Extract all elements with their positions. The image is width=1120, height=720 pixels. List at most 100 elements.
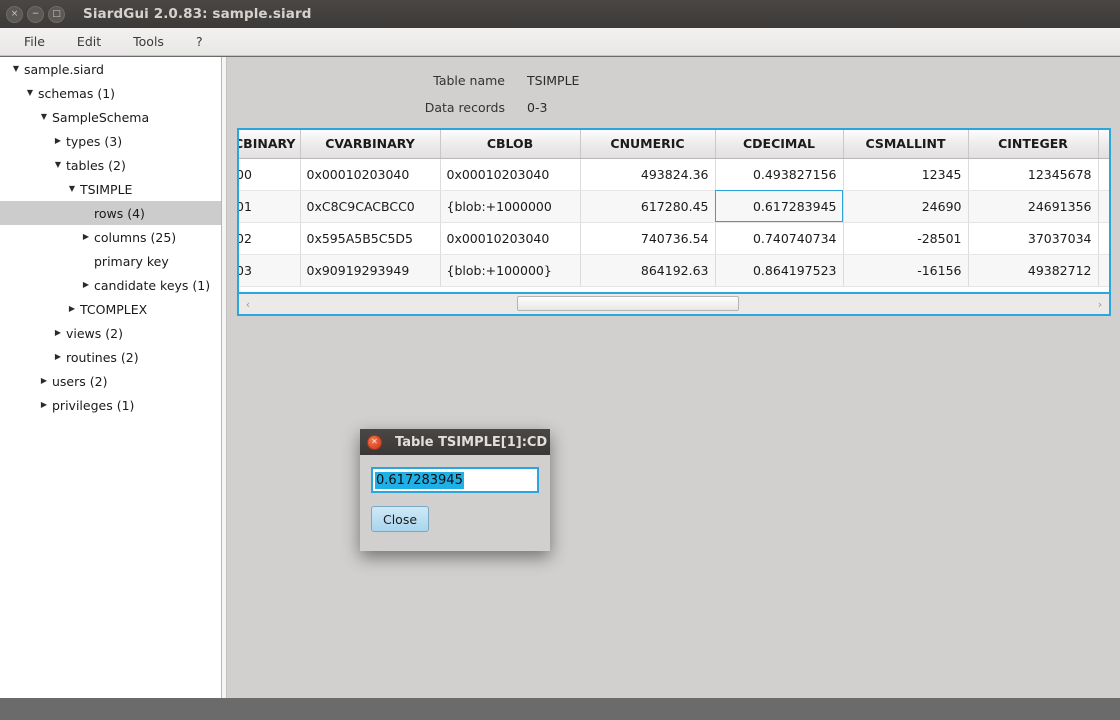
chevron-right-icon[interactable]: ▶ [80, 233, 92, 241]
window-controls: × − □ [0, 5, 65, 23]
tree-item-sample-siard[interactable]: ▼ sample.siard [0, 57, 221, 81]
chevron-down-icon[interactable]: ▼ [38, 113, 50, 121]
table-info: Table name TSIMPLE Data records 0-3 [227, 67, 1120, 121]
table-cell[interactable]: 00 [239, 158, 301, 191]
table-cell[interactable]: 864192.63 [580, 254, 716, 287]
table-cell[interactable]: 0x00010203040 [300, 158, 441, 191]
table-cell[interactable]: 12345 [843, 158, 969, 191]
chevron-down-icon[interactable]: ▼ [10, 65, 22, 73]
column-header-cinteger[interactable]: CINTEGER [968, 130, 1099, 159]
column-header-cdecimal[interactable]: CDECIMAL [715, 130, 844, 159]
table-cell[interactable]: 617280.45 [580, 190, 716, 223]
tree-item-label: views (2) [66, 325, 123, 341]
application-window: × − □ SiardGui 2.0.83: sample.siard File… [0, 0, 1120, 720]
dialog-close-icon[interactable]: ✕ [367, 434, 382, 450]
chevron-right-icon[interactable]: ▶ [52, 329, 64, 337]
table-cell-filler [1098, 222, 1109, 255]
column-header-cblob[interactable]: CBLOB [440, 130, 581, 159]
tree-item-sampleschema[interactable]: ▼ SampleSchema [0, 105, 221, 129]
menubar: File Edit Tools ? [0, 28, 1120, 56]
table-cell[interactable]: 49382712 [968, 254, 1099, 287]
table-cell[interactable]: 0x595A5B5C5D5 [300, 222, 441, 255]
tree-item-views-2[interactable]: ▶ views (2) [0, 321, 221, 345]
table-cell[interactable]: 0.740740734 [715, 222, 844, 255]
chevron-right-icon[interactable]: ▶ [38, 401, 50, 409]
cell-value-text: 0.617283945 [375, 471, 464, 489]
table-cell[interactable]: -28501 [843, 222, 969, 255]
dialog-body: 0.617283945 Close [360, 455, 550, 532]
tree-item-label: columns (25) [94, 229, 177, 245]
menu-item-tools[interactable]: Tools [119, 31, 178, 52]
close-button[interactable]: Close [371, 506, 429, 532]
info-row-data-records: Data records 0-3 [227, 94, 1120, 121]
table-cell[interactable]: {blob:+100000} [440, 254, 581, 287]
table-cell[interactable]: 0.864197523 [715, 254, 844, 287]
tree-item-columns-25[interactable]: ▶ columns (25) [0, 225, 221, 249]
tree-item-candidate-keys-1[interactable]: ▶ candidate keys (1) [0, 273, 221, 297]
scrollbar-track[interactable] [257, 295, 1091, 313]
cell-value-input[interactable]: 0.617283945 [371, 467, 539, 493]
table-row[interactable]: 01 0xC8C9CACBCC0 {blob:+1000000 617280.45 0.… [239, 190, 1109, 223]
table-row[interactable]: 03 0x90919293949 {blob:+100000} 864192.63 0.… [239, 254, 1109, 287]
data-records-value: 0-3 [527, 100, 548, 115]
chevron-right-icon[interactable]: ▶ [52, 353, 64, 361]
tree-item-tables-2[interactable]: ▼ tables (2) [0, 153, 221, 177]
column-header-cbinary[interactable]: CBINARY [239, 130, 301, 159]
column-header-csmallint[interactable]: CSMALLINT [843, 130, 969, 159]
table-row[interactable]: 00 0x00010203040 0x00010203040 493824.36 0.4… [239, 158, 1109, 191]
chevron-right-icon[interactable]: ▶ [80, 281, 92, 289]
table-cell[interactable]: -16156 [843, 254, 969, 287]
tree-item-schemas-1[interactable]: ▼ schemas (1) [0, 81, 221, 105]
tree-item-tcomplex[interactable]: ▶ TCOMPLEX [0, 297, 221, 321]
chevron-right-icon[interactable]: ▶ [52, 137, 64, 145]
table-cell[interactable]: 0x00010203040 [440, 222, 581, 255]
tree-item-primary-key[interactable]: primary key [0, 249, 221, 273]
tree-item-label: sample.siard [24, 61, 104, 77]
tree-item-tsimple[interactable]: ▼ TSIMPLE [0, 177, 221, 201]
tree-item-label: primary key [94, 253, 169, 269]
tree-item-label: types (3) [66, 133, 123, 149]
menu-item-edit[interactable]: Edit [63, 31, 115, 52]
horizontal-scrollbar[interactable]: ‹ › [237, 294, 1111, 316]
table-cell[interactable]: 0.617283945 [715, 190, 844, 223]
table-cell[interactable]: 24691356 [968, 190, 1099, 223]
tree-item-privileges-1[interactable]: ▶ privileges (1) [0, 393, 221, 417]
scroll-left-arrow-icon[interactable]: ‹ [239, 298, 257, 311]
tree-item-types-3[interactable]: ▶ types (3) [0, 129, 221, 153]
table-cell[interactable]: 37037034 [968, 222, 1099, 255]
scrollbar-thumb[interactable] [517, 296, 739, 311]
table-cell[interactable]: 02 [239, 222, 301, 255]
table-cell[interactable]: 0xC8C9CACBCC0 [300, 190, 441, 223]
table-cell[interactable]: 0x90919293949 [300, 254, 441, 287]
table-cell[interactable]: 493824.36 [580, 158, 716, 191]
tree-item-users-2[interactable]: ▶ users (2) [0, 369, 221, 393]
window-maximize-icon[interactable]: □ [48, 5, 65, 23]
chevron-down-icon[interactable]: ▼ [66, 185, 78, 193]
chevron-right-icon[interactable]: ▶ [38, 377, 50, 385]
navigation-tree: ▼ sample.siard ▼ schemas (1) ▼ SampleSchema ▶ t… [0, 57, 222, 698]
table-cell[interactable]: 0.493827156 [715, 158, 844, 191]
column-header-cvarbinary[interactable]: CVARBINARY [300, 130, 441, 159]
info-row-table-name: Table name TSIMPLE [227, 67, 1120, 94]
column-header-cnumeric[interactable]: CNUMERIC [580, 130, 716, 159]
chevron-right-icon[interactable]: ▶ [66, 305, 78, 313]
table-cell[interactable]: 24690 [843, 190, 969, 223]
chevron-down-icon[interactable]: ▼ [24, 89, 36, 97]
table-cell[interactable]: 0x00010203040 [440, 158, 581, 191]
menu-item-help[interactable]: ? [182, 31, 217, 52]
chevron-down-icon[interactable]: ▼ [52, 161, 64, 169]
tree-item-rows-4[interactable]: rows (4) [0, 201, 221, 225]
table-cell[interactable]: 03 [239, 254, 301, 287]
table-cell[interactable]: {blob:+1000000 [440, 190, 581, 223]
window-minimize-icon[interactable]: − [27, 5, 44, 23]
table-cell[interactable]: 01 [239, 190, 301, 223]
tree-item-label: SampleSchema [52, 109, 150, 125]
tree-item-routines-2[interactable]: ▶ routines (2) [0, 345, 221, 369]
menu-item-file[interactable]: File [10, 31, 59, 52]
table-cell[interactable]: 740736.54 [580, 222, 716, 255]
scroll-right-arrow-icon[interactable]: › [1091, 298, 1109, 311]
table-row[interactable]: 02 0x595A5B5C5D5 0x00010203040 740736.54 0.7… [239, 222, 1109, 255]
tree-item-label: TSIMPLE [80, 181, 133, 197]
table-cell[interactable]: 12345678 [968, 158, 1099, 191]
window-close-icon[interactable]: × [6, 5, 23, 23]
